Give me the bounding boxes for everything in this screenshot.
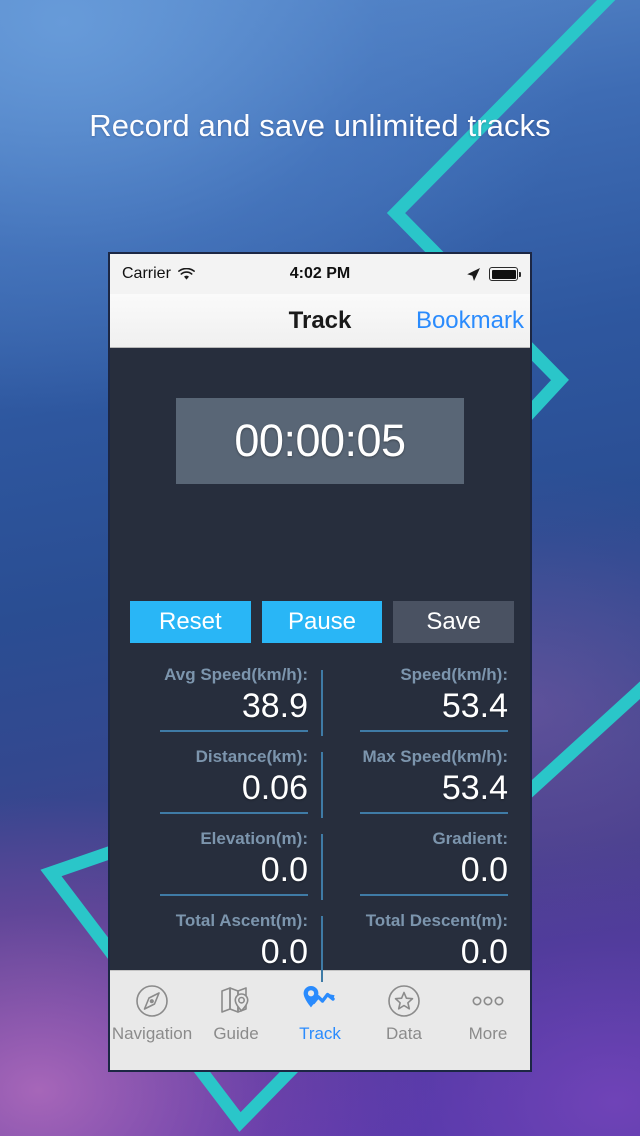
stat-underline [360,730,508,732]
stat-distance: Distance(km): 0.06 [130,746,330,828]
stat-row: Total Ascent(m): 0.0 Total Descent(m): 0… [130,910,514,992]
stat-label: Speed(km/h): [400,665,508,684]
reset-button[interactable]: Reset [130,601,251,643]
stat-label: Distance(km): [195,747,308,766]
status-bar-left: Carrier [122,265,195,283]
timer-panel: 00:00:05 [176,398,464,484]
promo-headline: Record and save unlimited tracks [89,108,551,143]
battery-full-icon [489,267,521,281]
stat-underline [160,894,308,896]
stat-label: Gradient: [432,829,508,848]
stat-value: 0.0 [460,851,508,889]
stat-label: Total Ascent(m): [175,911,308,930]
stat-label: Max Speed(km/h): [362,747,508,766]
stat-value: 53.4 [441,687,508,725]
pause-button[interactable]: Pause [261,601,383,643]
tab-label: More [468,1024,508,1043]
stat-avg-speed: Avg Speed(km/h): 38.9 [130,664,330,746]
tab-label: Track [299,1024,341,1043]
stat-value: 0.0 [260,933,308,971]
stats-grid: Avg Speed(km/h): 38.9 Speed(km/h): 53.4 … [130,664,514,992]
stat-label: Elevation(m): [200,829,308,848]
stat-value: 0.06 [241,769,308,807]
save-button[interactable]: Save [393,601,515,643]
location-arrow-icon [467,267,480,281]
stat-value: 53.4 [441,769,508,807]
wifi-icon [177,267,195,280]
stat-value: 0.0 [260,851,308,889]
tab-label: Guide [213,1024,259,1043]
stat-elevation: Elevation(m): 0.0 [130,828,330,910]
stat-underline [360,812,508,814]
status-bar-right [466,267,521,282]
stat-gradient: Gradient: 0.0 [330,828,514,910]
stat-value: 38.9 [241,687,308,725]
tab-label: Data [386,1024,422,1043]
timer-value: 00:00:05 [234,415,406,466]
track-screen: 00:00:05 Reset Pause Save Avg Speed(km/h… [110,348,530,982]
page-title: Track [288,306,352,334]
control-button-row: Reset Pause Save [130,601,515,643]
stat-underline [160,730,308,732]
stat-max-speed: Max Speed(km/h): 53.4 [330,746,514,828]
stat-underline [160,812,308,814]
stat-speed: Speed(km/h): 53.4 [330,664,514,746]
stat-total-ascent: Total Ascent(m): 0.0 [130,910,330,992]
stat-label: Avg Speed(km/h): [164,665,308,684]
stat-underline [360,894,508,896]
stat-value: 0.0 [460,933,508,971]
stat-label: Total Descent(m): [365,911,508,930]
bookmark-button[interactable]: Bookmark [416,307,524,335]
phone-mockup: Carrier 4:02 PM Track Bookmark 00:00:05 … [108,252,532,1072]
carrier-label: Carrier [122,265,171,282]
nav-bar: Track Bookmark [110,294,530,348]
stat-total-descent: Total Descent(m): 0.0 [330,910,514,992]
stat-row: Elevation(m): 0.0 Gradient: 0.0 [130,828,514,910]
tab-label: Navigation [111,1024,193,1043]
stat-row: Avg Speed(km/h): 38.9 Speed(km/h): 53.4 [130,664,514,746]
status-bar: Carrier 4:02 PM [110,254,530,294]
stat-row: Distance(km): 0.06 Max Speed(km/h): 53.4 [130,746,514,828]
